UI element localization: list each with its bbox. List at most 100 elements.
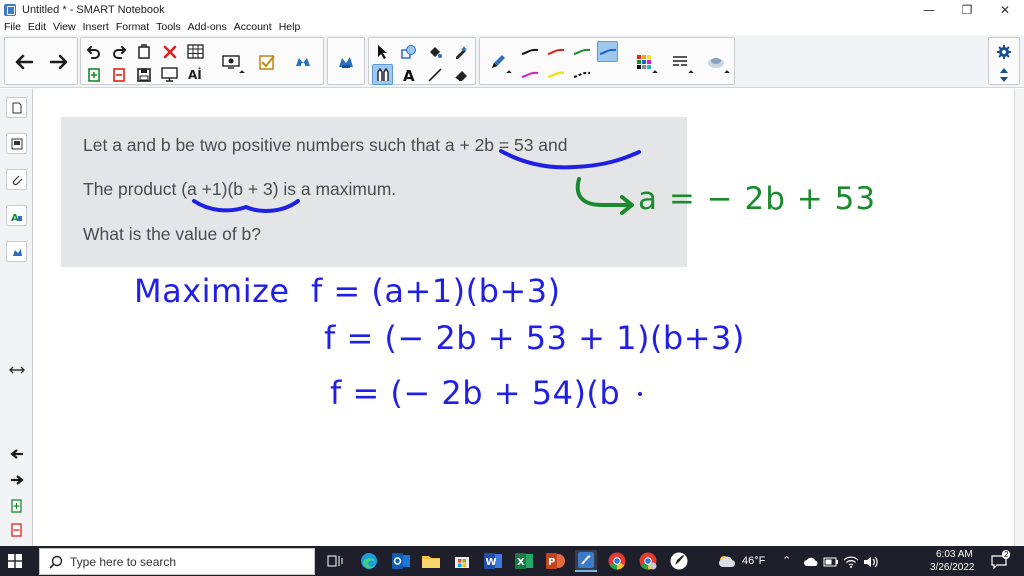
undo-icon[interactable] xyxy=(83,41,104,62)
edge-browser-icon[interactable] xyxy=(358,550,380,572)
pen-black-swatch[interactable] xyxy=(519,41,540,62)
pen-icon[interactable] xyxy=(484,48,512,76)
previous-page-icon[interactable] xyxy=(6,445,27,463)
text-icon[interactable]: A xyxy=(398,64,419,85)
wifi-icon[interactable] xyxy=(840,551,862,573)
smart-notebook-window: Untitled * - SMART Notebook — ❐ ✕ File E… xyxy=(0,0,1024,576)
eraser-icon[interactable] xyxy=(450,64,471,85)
select-icon[interactable] xyxy=(372,41,393,62)
pen-dashed-swatch[interactable] xyxy=(571,64,592,85)
color-palette-icon[interactable] xyxy=(630,48,658,76)
palette-caret-icon xyxy=(652,70,658,76)
menu-insert[interactable]: Insert xyxy=(83,21,109,33)
menu-file[interactable]: File xyxy=(4,21,21,33)
magic-pen-icon[interactable] xyxy=(450,41,471,62)
pen-yellow-swatch[interactable] xyxy=(545,64,566,85)
pens-tool-icon[interactable] xyxy=(372,64,393,85)
pen-blue-swatch[interactable] xyxy=(597,41,618,62)
smart-notebook-app-icon xyxy=(4,3,16,16)
clock-date[interactable]: 3/26/2022 xyxy=(930,562,975,573)
check-icon[interactable] xyxy=(253,48,281,76)
menu-account[interactable]: Account xyxy=(234,21,272,33)
toolbar-move-icon[interactable] xyxy=(993,64,1014,85)
settings-icon[interactable] xyxy=(993,41,1014,62)
menu-format[interactable]: Format xyxy=(116,21,149,33)
settings-group xyxy=(988,37,1020,85)
page-sorter-icon[interactable] xyxy=(6,97,27,118)
next-page-icon[interactable] xyxy=(6,471,27,489)
title-bar: Untitled * - SMART Notebook — ❐ ✕ xyxy=(0,0,1024,19)
activity-icon[interactable] xyxy=(332,48,360,76)
paste-icon[interactable] xyxy=(133,41,154,62)
remove-page-icon[interactable] xyxy=(6,521,27,539)
add-page-icon[interactable] xyxy=(6,497,27,515)
insert-page-icon[interactable] xyxy=(83,64,104,85)
pen-red-swatch[interactable] xyxy=(545,41,566,62)
side-tab-bar: A xyxy=(0,89,33,546)
powerpoint-icon[interactable]: P xyxy=(544,550,566,572)
line-icon[interactable] xyxy=(424,64,445,85)
delete-page-icon[interactable] xyxy=(108,64,129,85)
file-explorer-icon[interactable] xyxy=(420,550,442,572)
maximize-button[interactable]: ❐ xyxy=(948,0,986,19)
properties-icon[interactable]: A xyxy=(6,205,27,226)
delete-icon[interactable] xyxy=(159,41,180,62)
tray-chevron-icon[interactable]: ⌃ xyxy=(782,554,791,567)
menu-view[interactable]: View xyxy=(53,21,76,33)
add-ons-tab-icon[interactable] xyxy=(6,241,27,262)
menu-add-ons[interactable]: Add-ons xyxy=(188,21,227,33)
battery-icon[interactable] xyxy=(820,551,842,573)
word-icon[interactable]: W xyxy=(482,550,504,572)
forward-arrow-icon[interactable] xyxy=(45,48,73,76)
microsoft-store-icon[interactable] xyxy=(451,550,473,572)
windows-start-icon[interactable] xyxy=(8,554,22,568)
smart-notebook-taskbar-icon[interactable] xyxy=(575,550,597,572)
line-style-caret-icon xyxy=(688,70,694,76)
capture-icon[interactable] xyxy=(217,48,245,76)
taskbar-search-box[interactable]: Type here to search xyxy=(39,548,315,575)
attachments-icon[interactable] xyxy=(6,169,27,190)
svg-text:W: W xyxy=(486,557,497,568)
shapes-icon[interactable] xyxy=(398,41,419,62)
chrome-profile-icon[interactable] xyxy=(637,550,659,572)
menu-edit[interactable]: Edit xyxy=(28,21,46,33)
onedrive-icon[interactable] xyxy=(800,551,822,573)
navigation-group xyxy=(4,37,78,85)
back-arrow-icon[interactable] xyxy=(10,48,38,76)
volume-icon[interactable] xyxy=(860,551,882,573)
outlook-icon[interactable] xyxy=(390,550,412,572)
pen-green-swatch[interactable] xyxy=(571,41,592,62)
redo-icon[interactable] xyxy=(108,41,129,62)
whiteboard-canvas[interactable]: Let a and b be two positive numbers such… xyxy=(34,89,1014,546)
gallery-icon[interactable] xyxy=(6,133,27,154)
pen-caret-icon xyxy=(506,70,512,76)
line-style-icon[interactable] xyxy=(666,48,694,76)
menu-tools[interactable]: Tools xyxy=(156,21,181,33)
weather-temperature[interactable]: 46°F xyxy=(742,555,765,567)
save-icon[interactable] xyxy=(133,64,154,85)
fill-icon[interactable] xyxy=(424,41,445,62)
text-insert-icon[interactable]: Aİ xyxy=(185,64,206,85)
window-controls: — ❐ ✕ xyxy=(910,0,1024,19)
fill-effect-icon[interactable] xyxy=(702,48,730,76)
task-view-icon[interactable] xyxy=(324,550,346,572)
move-sidebar-icon[interactable] xyxy=(6,361,27,379)
excel-icon[interactable]: X xyxy=(513,550,535,572)
clock-time[interactable]: 6:03 AM xyxy=(936,549,973,560)
pen-magenta-swatch[interactable] xyxy=(519,64,540,85)
vertical-scrollbar[interactable] xyxy=(1014,89,1024,546)
table-icon[interactable] xyxy=(185,41,206,62)
pen-app-icon[interactable] xyxy=(668,550,690,572)
edit-group: Aİ xyxy=(80,37,324,85)
add-on-icon[interactable] xyxy=(289,48,317,76)
fill-effect-caret-icon xyxy=(724,70,730,76)
chrome-icon[interactable] xyxy=(606,550,628,572)
search-placeholder: Type here to search xyxy=(70,554,177,569)
screen-shade-icon[interactable] xyxy=(159,64,180,85)
menu-help[interactable]: Help xyxy=(279,21,301,33)
window-title: Untitled * - SMART Notebook xyxy=(22,3,165,16)
close-button[interactable]: ✕ xyxy=(986,0,1024,19)
pen-palette-group xyxy=(479,37,735,85)
minimize-button[interactable]: — xyxy=(910,0,948,19)
underline-constraint-ink xyxy=(499,149,641,170)
